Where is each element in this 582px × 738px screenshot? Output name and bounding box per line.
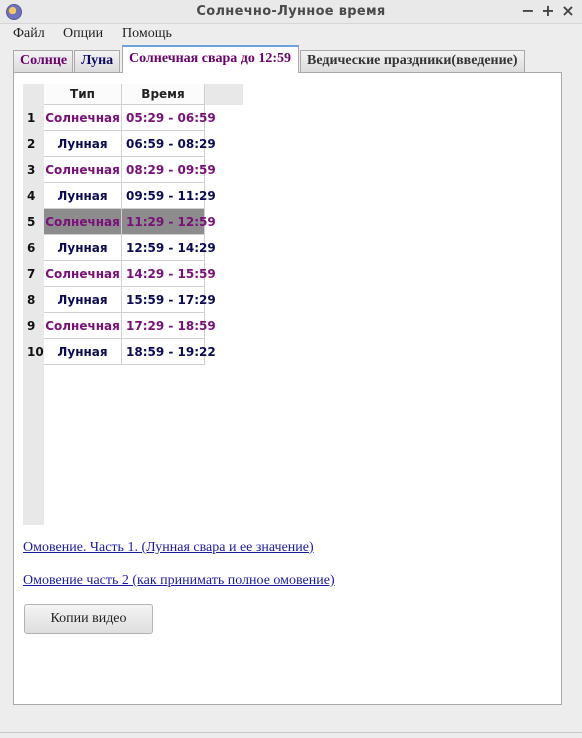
cell-time[interactable]: 15:59 - 17:29 <box>122 287 216 313</box>
table-row[interactable]: 9 Солнечная 17:29 - 18:59 <box>23 313 216 339</box>
tab-vedic-holidays[interactable]: Ведические праздники(введение) <box>300 50 525 72</box>
cell-time[interactable]: 11:29 - 12:59 <box>122 209 216 235</box>
row-number: 5 <box>27 215 36 229</box>
table-row[interactable]: 3 Солнечная 08:29 - 09:59 <box>23 157 216 183</box>
cell-type[interactable]: Солнечная <box>44 105 122 131</box>
row-number: 1 <box>27 111 36 125</box>
table-row[interactable]: 5 Солнечная 11:29 - 12:59 <box>23 209 216 235</box>
cell-type[interactable]: Лунная <box>44 339 122 365</box>
cell-time[interactable]: 17:29 - 18:59 <box>122 313 216 339</box>
minimize-button[interactable]: − <box>520 2 536 20</box>
row-number: 10 <box>27 345 44 359</box>
row-number: 6 <box>27 241 36 255</box>
menu-help[interactable]: Помощь <box>122 26 172 42</box>
link-ablution-part-1[interactable]: Омовение. Часть 1. (Лунная свара и ее зн… <box>23 540 314 556</box>
tab-moon[interactable]: Луна <box>74 50 120 72</box>
table-row[interactable]: 4 Лунная 09:59 - 11:29 <box>23 183 216 209</box>
tab-sun[interactable]: Солнце <box>13 50 73 72</box>
status-divider <box>0 732 582 733</box>
header-filler <box>205 84 243 105</box>
menu-file[interactable]: Файл <box>13 26 45 42</box>
cell-time[interactable]: 14:29 - 15:59 <box>122 261 216 287</box>
cell-type[interactable]: Солнечная <box>44 209 122 235</box>
cell-time[interactable]: 18:59 - 19:22 <box>122 339 216 365</box>
table-row[interactable]: 1 Солнечная 05:29 - 06:59 <box>23 105 216 131</box>
window-title: Солнечно-Лунное время <box>196 4 386 19</box>
row-number: 9 <box>27 319 36 333</box>
close-button[interactable]: × <box>560 2 576 20</box>
table-row[interactable]: 7 Солнечная 14:29 - 15:59 <box>23 261 216 287</box>
table-corner <box>23 84 44 105</box>
cell-time[interactable]: 09:59 - 11:29 <box>122 183 216 209</box>
menu-options[interactable]: Опции <box>63 26 103 42</box>
cell-type[interactable]: Лунная <box>44 235 122 261</box>
cell-type[interactable]: Солнечная <box>44 261 122 287</box>
cell-time[interactable]: 08:29 - 09:59 <box>122 157 216 183</box>
row-number: 2 <box>27 137 36 151</box>
link-ablution-part-2[interactable]: Омовение часть 2 (как принимать полное о… <box>23 573 335 589</box>
table-row[interactable]: 6 Лунная 12:59 - 14:29 <box>23 235 216 261</box>
maximize-button[interactable]: + <box>540 2 556 20</box>
column-header-time[interactable]: Время <box>122 84 205 105</box>
row-number: 7 <box>27 267 36 281</box>
cell-type[interactable]: Солнечная <box>44 157 122 183</box>
cell-type[interactable]: Лунная <box>44 287 122 313</box>
svara-table[interactable]: Тип Время 1 Солнечная 05:29 - 06:59 2 Лунная… <box>23 84 243 525</box>
row-number: 3 <box>27 163 36 177</box>
title-bar: Солнечно-Лунное время − + × <box>0 0 582 24</box>
cell-type[interactable]: Лунная <box>44 131 122 157</box>
row-number: 8 <box>27 293 36 307</box>
tab-solar-svara[interactable]: Солнечная свара до 12:59 <box>122 45 299 73</box>
cell-time[interactable]: 06:59 - 08:29 <box>122 131 216 157</box>
table-row[interactable]: 10 Лунная 18:59 - 19:22 <box>23 339 216 365</box>
table-row[interactable]: 2 Лунная 06:59 - 08:29 <box>23 131 216 157</box>
row-number: 4 <box>27 189 36 203</box>
cell-type[interactable]: Лунная <box>44 183 122 209</box>
menu-bar: Файл Опции Помощь <box>0 24 582 44</box>
table-row[interactable]: 8 Лунная 15:59 - 17:29 <box>23 287 216 313</box>
column-header-type[interactable]: Тип <box>44 84 122 105</box>
cell-time[interactable]: 05:29 - 06:59 <box>122 105 216 131</box>
cell-time[interactable]: 12:59 - 14:29 <box>122 235 216 261</box>
video-copies-button[interactable]: Копии видео <box>24 604 153 634</box>
cell-type[interactable]: Солнечная <box>44 313 122 339</box>
